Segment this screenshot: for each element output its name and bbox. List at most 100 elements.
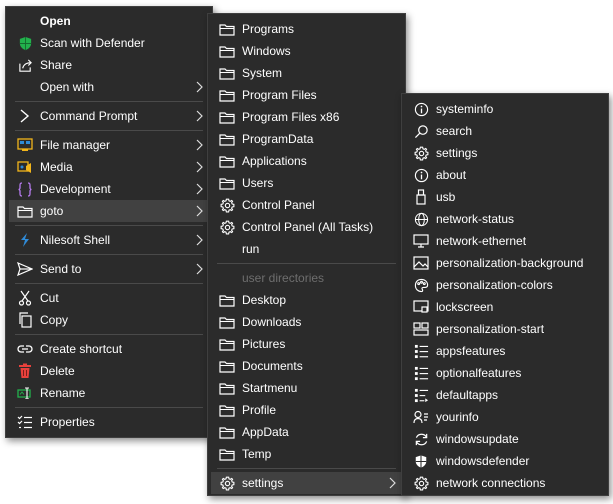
menu-item-program-files-x86[interactable]: Program Files x86 [211, 106, 402, 128]
menu-item-file-manager[interactable]: File manager [9, 134, 209, 156]
menu-item-cut[interactable]: Cut [9, 287, 209, 309]
menu-item-network-ethernet[interactable]: network-ethernet [405, 230, 605, 252]
section-header-user-directories: user directories [211, 267, 402, 289]
menu-item-desktop[interactable]: Desktop [211, 289, 402, 311]
menu-item-run[interactable]: run [211, 238, 402, 260]
menu-item-media[interactable]: Media [9, 156, 209, 178]
menu-item-windows[interactable]: Windows [211, 40, 402, 62]
desktop-label: Desktop [242, 293, 287, 307]
folder-icon [219, 424, 235, 440]
menu-item-share[interactable]: Share [9, 54, 209, 76]
menu-item-network-status[interactable]: network-status [405, 208, 605, 230]
menu-item-settings-page[interactable]: settings [405, 142, 605, 164]
folder-icon [219, 131, 235, 147]
menu-item-pictures[interactable]: Pictures [211, 333, 402, 355]
menu-item-scan-defender[interactable]: Scan with Defender [9, 32, 209, 54]
menu-item-windowsdefender[interactable]: windowsdefender [405, 450, 605, 472]
terminal-chevron-icon [17, 108, 33, 124]
menu-item-defaultapps[interactable]: defaultapps [405, 384, 605, 406]
defaultapps-label: defaultapps [436, 388, 499, 402]
menu-item-windowsupdate[interactable]: windowsupdate [405, 428, 605, 450]
context-menu-settings: systeminfo search settings about usb net… [401, 93, 609, 496]
palette-icon [413, 277, 429, 293]
menu-item-nilesoft-shell[interactable]: Nilesoft Shell [9, 229, 209, 251]
gear-icon [219, 197, 235, 213]
menu-item-system[interactable]: System [211, 62, 402, 84]
chevron-right-icon [195, 263, 203, 275]
copy-icon [17, 312, 33, 328]
menu-item-systeminfo[interactable]: systeminfo [405, 98, 605, 120]
folder-icon [219, 87, 235, 103]
menu-item-open-with[interactable]: Open with [9, 76, 209, 98]
programdata-label: ProgramData [242, 132, 314, 146]
create-shortcut-label: Create shortcut [40, 342, 123, 356]
copy-label: Copy [40, 313, 69, 327]
separator [15, 334, 203, 335]
settings-page-label: settings [436, 146, 478, 160]
menu-item-personalization-start[interactable]: personalization-start [405, 318, 605, 340]
cut-label: Cut [40, 291, 59, 305]
menu-item-downloads[interactable]: Downloads [211, 311, 402, 333]
folder-icon [219, 292, 235, 308]
info-icon [413, 101, 429, 117]
menu-item-appsfeatures[interactable]: appsfeatures [405, 340, 605, 362]
menu-item-startmenu[interactable]: Startmenu [211, 377, 402, 399]
menu-item-delete[interactable]: Delete [9, 360, 209, 382]
media-label: Media [40, 160, 73, 174]
menu-item-programs[interactable]: Programs [211, 18, 402, 40]
menu-item-yourinfo[interactable]: yourinfo [405, 406, 605, 428]
menu-item-lockscreen[interactable]: lockscreen [405, 296, 605, 318]
network-ethernet-label: network-ethernet [436, 234, 527, 248]
menu-item-usb[interactable]: usb [405, 186, 605, 208]
menu-item-goto[interactable]: goto [9, 200, 209, 222]
goto-label: goto [40, 204, 64, 218]
folder-icon [219, 446, 235, 462]
shield-icon [413, 453, 429, 469]
about-label: about [436, 168, 467, 182]
menu-item-documents[interactable]: Documents [211, 355, 402, 377]
menu-item-network-connections[interactable]: network connections [405, 472, 605, 494]
development-label: Development [40, 182, 111, 196]
menu-item-open[interactable]: Open [9, 10, 209, 32]
windows-label: Windows [242, 44, 291, 58]
menu-item-send-to[interactable]: Send to [9, 258, 209, 280]
program-files-x86-label: Program Files x86 [242, 110, 340, 124]
menu-item-temp[interactable]: Temp [211, 443, 402, 465]
menu-item-settings[interactable]: settings [211, 472, 402, 494]
system-label: System [242, 66, 283, 80]
menu-item-properties[interactable]: Properties [9, 411, 209, 433]
menu-item-about[interactable]: about [405, 164, 605, 186]
menu-item-optionalfeatures[interactable]: optionalfeatures [405, 362, 605, 384]
curly-braces-icon [17, 181, 33, 197]
menu-item-applications[interactable]: Applications [211, 150, 402, 172]
menu-item-command-prompt[interactable]: Command Prompt [9, 105, 209, 127]
systeminfo-label: systeminfo [436, 102, 494, 116]
chevron-right-icon [195, 234, 203, 246]
menu-item-users[interactable]: Users [211, 172, 402, 194]
context-menu-goto: Programs Windows System Program Files Pr… [207, 13, 406, 496]
default-apps-list-icon [413, 387, 429, 403]
open-label: Open [40, 14, 71, 28]
menu-item-personalization-background[interactable]: personalization-background [405, 252, 605, 274]
menu-item-control-panel-all-tasks[interactable]: Control Panel (All Tasks) [211, 216, 402, 238]
yourinfo-label: yourinfo [436, 410, 479, 424]
folder-icon [219, 380, 235, 396]
programs-label: Programs [242, 22, 295, 36]
usb-icon [413, 189, 429, 205]
trash-icon [17, 363, 33, 379]
menu-item-search[interactable]: search [405, 120, 605, 142]
command-prompt-label: Command Prompt [40, 109, 138, 123]
menu-item-create-shortcut[interactable]: Create shortcut [9, 338, 209, 360]
control-panel-all-tasks-label: Control Panel (All Tasks) [242, 220, 374, 234]
defender-shield-icon [17, 35, 33, 51]
menu-item-copy[interactable]: Copy [9, 309, 209, 331]
menu-item-appdata[interactable]: AppData [211, 421, 402, 443]
menu-item-development[interactable]: Development [9, 178, 209, 200]
menu-item-program-files[interactable]: Program Files [211, 84, 402, 106]
separator [15, 407, 203, 408]
menu-item-profile[interactable]: Profile [211, 399, 402, 421]
menu-item-rename[interactable]: Rename [9, 382, 209, 404]
menu-item-programdata[interactable]: ProgramData [211, 128, 402, 150]
menu-item-control-panel[interactable]: Control Panel [211, 194, 402, 216]
menu-item-personalization-colors[interactable]: personalization-colors [405, 274, 605, 296]
